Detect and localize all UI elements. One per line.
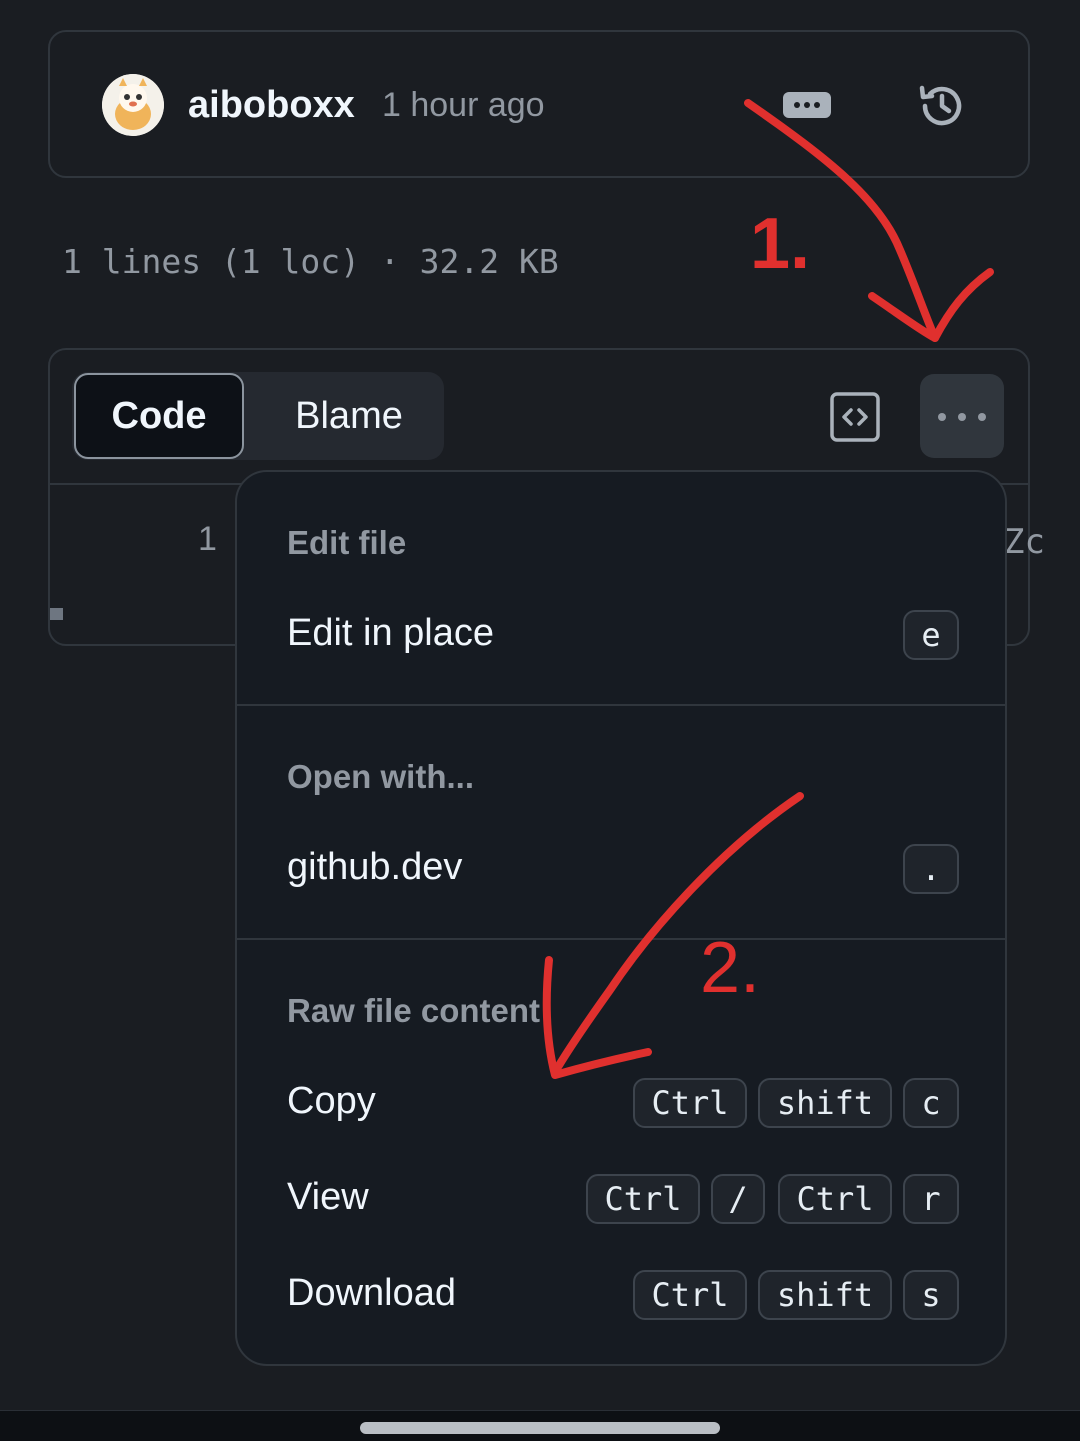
tab-code[interactable]: Code bbox=[74, 373, 244, 459]
commit-time: 1 hour ago bbox=[382, 86, 545, 124]
ellipsis-badge-icon[interactable] bbox=[783, 92, 831, 118]
code-view-icon[interactable] bbox=[830, 392, 880, 442]
menu-item-download[interactable]: Download bbox=[287, 1272, 456, 1315]
menu-divider bbox=[237, 704, 1005, 706]
annotation-step-1: 1. bbox=[750, 204, 810, 284]
shortcut-key: s bbox=[903, 1270, 959, 1320]
menu-item-github-dev[interactable]: github.dev bbox=[287, 846, 462, 889]
annotation-arrowhead-1 bbox=[868, 268, 994, 342]
menu-heading-open-with: Open with... bbox=[287, 758, 474, 795]
shortcut-key: Ctrl bbox=[633, 1078, 747, 1128]
home-indicator[interactable] bbox=[360, 1422, 720, 1434]
shortcut-key: shift bbox=[758, 1270, 892, 1320]
line-number: 1 bbox=[198, 520, 217, 558]
menu-heading-raw-file-content: Raw file content bbox=[287, 992, 541, 1029]
code-line-fragment: Zc bbox=[1004, 522, 1045, 562]
tab-blame[interactable]: Blame bbox=[258, 373, 440, 459]
shortcut-key: Ctrl bbox=[633, 1270, 747, 1320]
shortcut-key: shift bbox=[758, 1078, 892, 1128]
shortcut-key: Ctrl bbox=[778, 1174, 892, 1224]
latest-commit-box: aiboboxx 1 hour ago bbox=[48, 30, 1030, 178]
shortcut-key: r bbox=[903, 1174, 959, 1224]
menu-item-copy[interactable]: Copy bbox=[287, 1080, 376, 1123]
shortcut-key: c bbox=[903, 1078, 959, 1128]
menu-item-view[interactable]: View bbox=[287, 1176, 369, 1219]
menu-item-edit-in-place[interactable]: Edit in place bbox=[287, 612, 494, 655]
shortcut-key: . bbox=[903, 844, 959, 894]
shortcut-key: Ctrl bbox=[586, 1174, 700, 1224]
commit-author[interactable]: aiboboxx bbox=[188, 84, 355, 127]
file-actions-menu: Edit file Edit in place e Open with... g… bbox=[235, 470, 1007, 1366]
kebab-menu-icon[interactable] bbox=[920, 374, 1004, 458]
shortcut-key: e bbox=[903, 610, 959, 660]
file-meta: 1 lines (1 loc) · 32.2 KB bbox=[62, 242, 559, 281]
history-icon[interactable] bbox=[916, 80, 968, 132]
shortcut-key: / bbox=[711, 1174, 765, 1224]
scrollbar-thumb[interactable] bbox=[50, 608, 63, 620]
menu-heading-edit: Edit file bbox=[287, 524, 407, 561]
avatar[interactable] bbox=[102, 74, 164, 136]
menu-divider bbox=[237, 938, 1005, 940]
